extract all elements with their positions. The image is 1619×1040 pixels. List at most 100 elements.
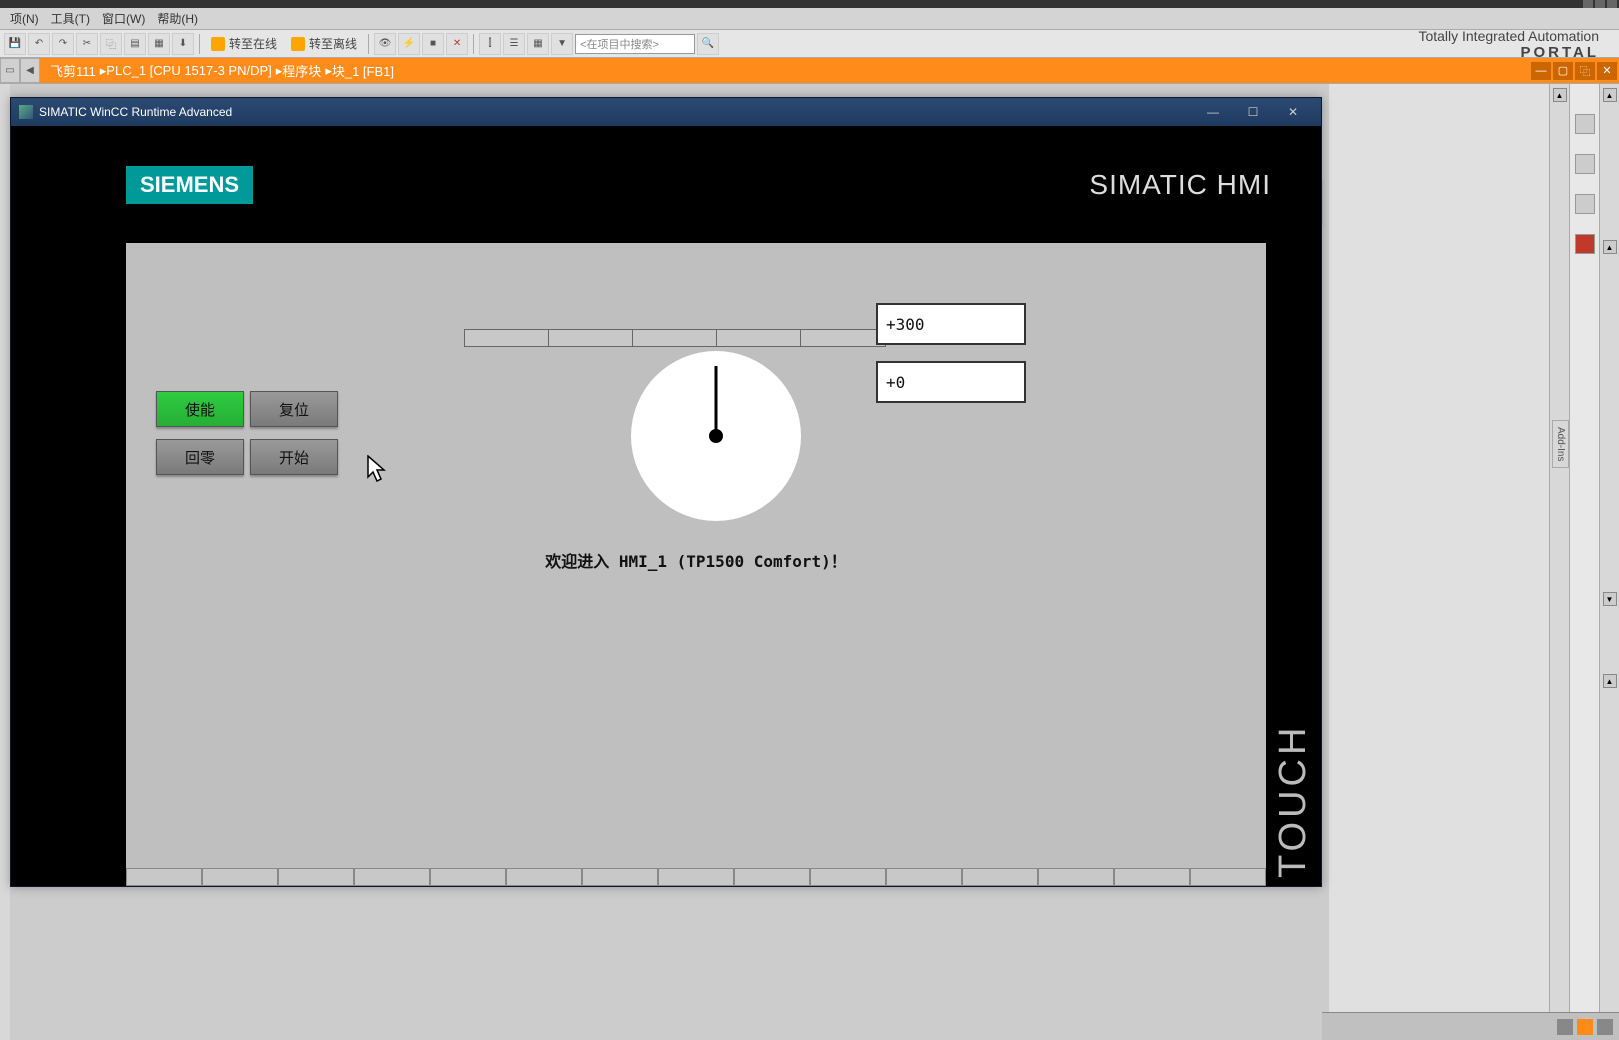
progress-bar <box>464 329 886 347</box>
fkey[interactable] <box>506 868 582 886</box>
toolbar-split-v-icon[interactable]: ☰ <box>503 33 525 55</box>
toolbar-paste-icon[interactable]: ▤ <box>124 33 146 55</box>
simatic-hmi-label: SIMATIC HMI <box>1089 169 1271 201</box>
hmi-runtime-window: SIMATIC WinCC Runtime Advanced — ☐ ✕ SIE… <box>10 97 1322 887</box>
enable-button[interactable]: 使能 <box>156 391 244 427</box>
fkey[interactable] <box>658 868 734 886</box>
hmi-maximize-icon[interactable]: ☐ <box>1233 101 1273 123</box>
scroll-down-icon[interactable]: ▼ <box>1603 592 1617 606</box>
hmi-close-icon[interactable]: ✕ <box>1273 101 1313 123</box>
palette-icon-4[interactable] <box>1575 234 1595 254</box>
status-bar <box>1322 1012 1619 1040</box>
menu-tools[interactable]: 工具(T) <box>45 10 96 27</box>
toolbar-delete-icon[interactable]: ✕ <box>446 33 468 55</box>
menu-window[interactable]: 窗口(W) <box>96 10 151 27</box>
toolbar-nav-icon[interactable]: ▼ <box>551 33 573 55</box>
scroll-up-icon[interactable]: ▲ <box>1603 88 1617 102</box>
breadcrumb[interactable]: 飞剪111 ▸ PLC_1 [CPU 1517-3 PN/DP] ▸ 程序块 ▸… <box>40 58 1531 83</box>
toolbar-cut-icon[interactable]: ✂ <box>76 33 98 55</box>
toolbar-save-icon[interactable]: 💾 <box>4 33 26 55</box>
toolbar-copy-icon[interactable]: ⿻ <box>100 33 122 55</box>
fkey[interactable] <box>126 868 202 886</box>
scroll-up-icon[interactable]: ▲ <box>1553 88 1567 102</box>
toolbar-undo-icon[interactable]: ↶ <box>28 33 50 55</box>
fkey[interactable] <box>1038 868 1114 886</box>
toolbar-compile-icon[interactable]: ▦ <box>148 33 170 55</box>
editor-restore-icon[interactable]: ⿻ <box>1575 62 1595 80</box>
bar-segment <box>465 330 549 346</box>
hmi-screen: 使能 复位 回零 开始 <box>126 243 1266 886</box>
toolbar-download-icon[interactable]: ⬇ <box>172 33 194 55</box>
bar-segment <box>717 330 801 346</box>
siemens-logo: SIEMENS <box>126 166 253 204</box>
value-input-1[interactable]: +300 <box>876 303 1026 345</box>
breadcrumb-collapse-icon[interactable]: ▭ <box>0 58 20 83</box>
window-close-icon[interactable] <box>1607 0 1617 8</box>
online-icon <box>211 37 225 51</box>
fkey[interactable] <box>202 868 278 886</box>
fkey[interactable] <box>886 868 962 886</box>
status-icon-1[interactable] <box>1557 1019 1573 1035</box>
breadcrumb-back-icon[interactable]: ◀ <box>20 58 40 83</box>
brand-label: Totally Integrated Automation PORTAL <box>1418 28 1599 61</box>
toolbar-stop-icon[interactable]: ■ <box>422 33 444 55</box>
fkey[interactable] <box>810 868 886 886</box>
gauge-hub <box>709 429 723 443</box>
scroll-up2-icon[interactable]: ▲ <box>1603 674 1617 688</box>
tool-palette <box>1569 84 1599 1040</box>
reset-button[interactable]: 复位 <box>250 391 338 427</box>
title-bar <box>0 0 1619 8</box>
fkey[interactable] <box>278 868 354 886</box>
editor-close-icon[interactable]: ✕ <box>1597 62 1617 80</box>
window-min-icon[interactable] <box>1583 0 1593 8</box>
editor-max-icon[interactable]: ▢ <box>1553 62 1573 80</box>
menu-bar: 项(N) 工具(T) 窗口(W) 帮助(H) <box>0 8 1619 30</box>
search-input[interactable]: <在项目中搜索> <box>575 34 695 54</box>
palette-icon-3[interactable] <box>1575 194 1595 214</box>
offline-icon <box>291 37 305 51</box>
side-tab-addins[interactable]: Add-Ins <box>1552 420 1569 468</box>
menu-help[interactable]: 帮助(H) <box>151 10 204 27</box>
toolbar-search-go-icon[interactable]: 🔍 <box>697 33 719 55</box>
hmi-minimize-icon[interactable]: — <box>1193 101 1233 123</box>
status-icon-3[interactable] <box>1597 1019 1613 1035</box>
fkey[interactable] <box>582 868 658 886</box>
start-button[interactable]: 开始 <box>250 439 338 475</box>
gauge-needle <box>715 366 718 436</box>
bar-segment <box>549 330 633 346</box>
hmi-window-title: SIMATIC WinCC Runtime Advanced <box>39 105 232 119</box>
scroll-column-2: ▲ ▲ ▼ ▲ ▼ <box>1599 84 1619 1040</box>
toolbar-watch-icon[interactable]: 👁 <box>374 33 396 55</box>
palette-icon-1[interactable] <box>1575 114 1595 134</box>
welcome-text: 欢迎进入 HMI_1 (TP1500 Comfort)！ <box>126 548 1266 572</box>
palette-icon-2[interactable] <box>1575 154 1595 174</box>
fkey[interactable] <box>354 868 430 886</box>
window-restore-icon[interactable] <box>1595 0 1605 8</box>
left-panel-edge <box>0 84 10 1040</box>
fkey[interactable] <box>430 868 506 886</box>
right-dock: ▲ ▼ ▲ ▲ ▼ ▲ ▼ <box>1329 84 1619 1040</box>
breadcrumb-bar: ▭ ◀ 飞剪111 ▸ PLC_1 [CPU 1517-3 PN/DP] ▸ 程… <box>0 58 1619 84</box>
bar-segment <box>801 330 885 346</box>
scroll-mid-icon[interactable]: ▲ <box>1603 240 1617 254</box>
fkey[interactable] <box>1114 868 1190 886</box>
hmi-titlebar[interactable]: SIMATIC WinCC Runtime Advanced — ☐ ✕ <box>11 98 1321 126</box>
gauge-dial <box>631 351 801 521</box>
go-online-button[interactable]: 转至在线 <box>205 33 283 55</box>
wincc-icon <box>19 105 33 119</box>
go-offline-button[interactable]: 转至离线 <box>285 33 363 55</box>
function-key-bar <box>126 868 1266 886</box>
fkey[interactable] <box>734 868 810 886</box>
hmi-header-band: SIEMENS SIMATIC HMI <box>11 126 1321 243</box>
toolbar-layout-icon[interactable]: ▦ <box>527 33 549 55</box>
toolbar-force-icon[interactable]: ⚡ <box>398 33 420 55</box>
home-button[interactable]: 回零 <box>156 439 244 475</box>
fkey[interactable] <box>962 868 1038 886</box>
menu-project[interactable]: 项(N) <box>4 10 45 27</box>
toolbar-split-h-icon[interactable]: ⫿ <box>479 33 501 55</box>
fkey[interactable] <box>1190 868 1266 886</box>
value-input-2[interactable]: +0 <box>876 361 1026 403</box>
editor-min-icon[interactable]: — <box>1531 62 1551 80</box>
status-icon-2[interactable] <box>1577 1019 1593 1035</box>
toolbar-redo-icon[interactable]: ↷ <box>52 33 74 55</box>
